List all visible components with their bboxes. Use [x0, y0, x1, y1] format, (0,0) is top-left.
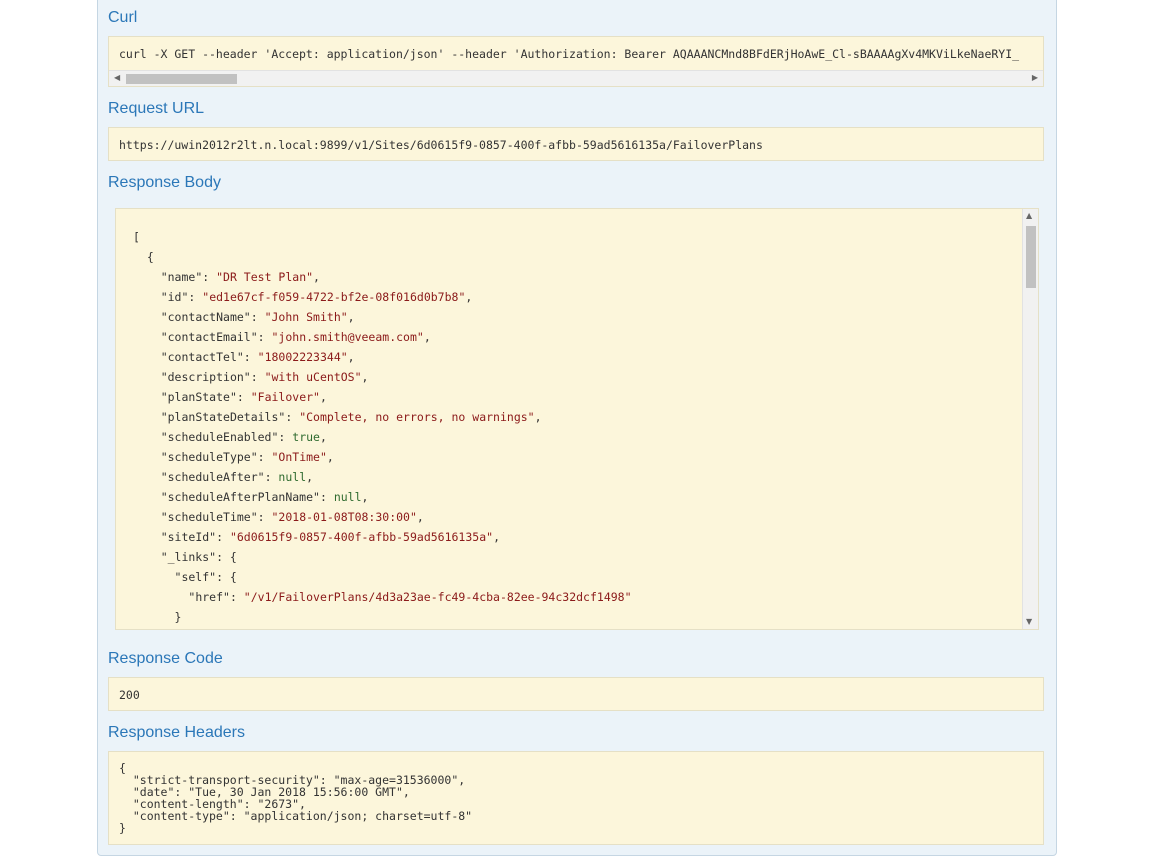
- response-body-box[interactable]: [ { "name": "DR Test Plan", "id": "ed1e6…: [115, 208, 1039, 630]
- json-line: "contactName": "John Smith",: [160, 310, 355, 324]
- json-line: "siteId": "6d0615f9-0857-400f-afbb-59ad5…: [160, 530, 500, 544]
- json-line: }: [133, 610, 182, 624]
- request-url-value: https://uwin2012r2lt.n.local:9899/v1/Sit…: [119, 138, 763, 152]
- json-line: "scheduleTime": "2018-01-08T08:30:00",: [160, 510, 424, 524]
- response-body-vertical-scrollbar[interactable]: ▲ ▼: [1022, 209, 1038, 629]
- response-code-box: 200: [108, 677, 1044, 711]
- json-line: "contactTel": "18002223344",: [160, 350, 355, 364]
- json-line: "scheduleType": "OnTime",: [160, 450, 334, 464]
- json-line: "scheduleEnabled": true,: [160, 430, 327, 444]
- response-code-heading: Response Code: [108, 650, 223, 667]
- scroll-right-icon[interactable]: ▶: [1032, 73, 1038, 82]
- json-line: "id": "ed1e67cf-f059-4722-bf2e-08f016d0b…: [160, 290, 473, 304]
- response-headers-heading: Response Headers: [108, 724, 245, 741]
- json-line: "scheduleAfter": null,: [160, 470, 314, 484]
- request-url-box: https://uwin2012r2lt.n.local:9899/v1/Sit…: [108, 127, 1044, 161]
- response-headers-value: { "strict-transport-security": "max-age=…: [119, 761, 473, 835]
- scroll-up-icon[interactable]: ▲: [1026, 211, 1032, 220]
- curl-horizontal-scrollbar[interactable]: ◀ ▶: [109, 70, 1043, 86]
- request-url-heading: Request URL: [108, 100, 205, 117]
- json-line: "description": "with uCentOS",: [160, 370, 369, 384]
- json-line: "_links": {: [133, 550, 237, 564]
- json-line: "name": "DR Test Plan",: [160, 270, 320, 284]
- response-headers-box: { "strict-transport-security": "max-age=…: [108, 751, 1044, 845]
- response-body-scroll-thumb[interactable]: [1026, 226, 1036, 288]
- curl-command: curl -X GET --header 'Accept: applicatio…: [119, 47, 1020, 61]
- response-body-json: [ { "name": "DR Test Plan", "id": "ed1e6…: [133, 227, 632, 627]
- json-line: "href": "/v1/FailoverPlans/4d3a23ae-fc49…: [188, 590, 632, 604]
- scroll-down-icon[interactable]: ▼: [1026, 617, 1032, 626]
- response-body-heading: Response Body: [108, 174, 221, 191]
- curl-heading: Curl: [108, 9, 138, 26]
- json-line: "scheduleAfterPlanName": null,: [160, 490, 369, 504]
- scroll-left-icon[interactable]: ◀: [114, 73, 120, 82]
- json-line: [: [133, 230, 140, 244]
- json-line: "self": {: [133, 570, 237, 584]
- response-code-value: 200: [119, 688, 140, 702]
- curl-box: curl -X GET --header 'Accept: applicatio…: [108, 36, 1044, 87]
- json-line: "planState": "Failover",: [160, 390, 327, 404]
- curl-scroll-thumb[interactable]: [126, 74, 237, 84]
- json-line: "contactEmail": "john.smith@veeam.com",: [160, 330, 431, 344]
- json-line: {: [133, 250, 154, 264]
- response-body-container: [ { "name": "DR Test Plan", "id": "ed1e6…: [108, 196, 1044, 637]
- json-line: "planStateDetails": "Complete, no errors…: [160, 410, 542, 424]
